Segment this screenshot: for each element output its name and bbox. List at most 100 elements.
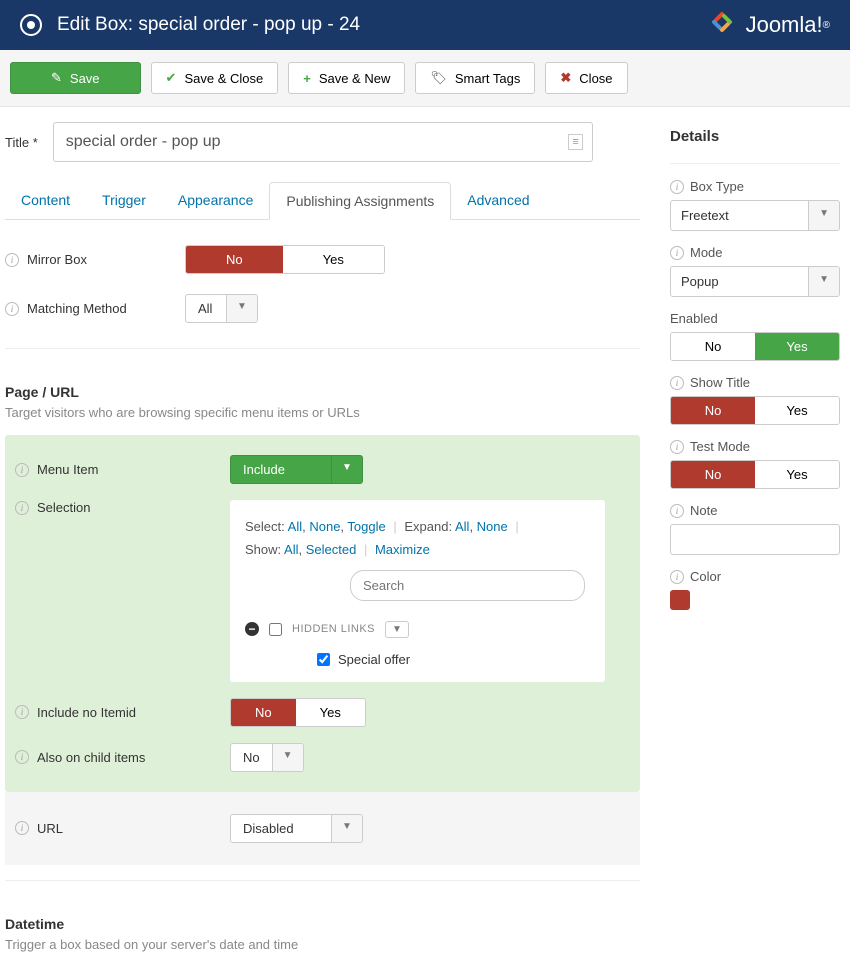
matching-value: All (186, 295, 226, 322)
selection-toolbar: Select: All, None, Toggle | Expand: All,… (245, 515, 590, 562)
test-mode-yes[interactable]: Yes (755, 461, 839, 488)
hidden-links-checkbox[interactable] (269, 623, 282, 636)
special-offer-checkbox[interactable] (317, 653, 330, 666)
expand-none[interactable]: None (477, 519, 508, 534)
menu-item-value: Include (231, 456, 331, 483)
tab-trigger[interactable]: Trigger (86, 182, 162, 219)
matching-method-label: Matching Method (27, 301, 127, 316)
tab-content[interactable]: Content (5, 182, 86, 219)
enabled-no[interactable]: No (671, 333, 755, 360)
hidden-links-row: − HIDDEN LINKS ▼ (245, 613, 590, 646)
tab-appearance[interactable]: Appearance (162, 182, 270, 219)
datetime-heading: Datetime (5, 916, 640, 932)
also-child-label: Also on child items (37, 750, 145, 765)
menu-item-panel: i Menu Item Include ▼ i Selection Select… (5, 435, 640, 792)
save-button[interactable]: ✎ Save (10, 62, 141, 94)
brand-logo: Joomla!® (706, 6, 830, 44)
show-all[interactable]: All (284, 542, 298, 557)
smart-tags-label: Smart Tags (455, 71, 521, 86)
box-type-select[interactable]: Freetext ▼ (670, 200, 840, 231)
title-input[interactable] (53, 122, 593, 162)
chevron-down-icon: ▼ (226, 295, 257, 322)
box-type-label: Box Type (690, 179, 744, 194)
info-icon[interactable]: i (670, 180, 684, 194)
save-new-button[interactable]: + Save & New (288, 62, 405, 94)
hidden-links-label: HIDDEN LINKS (292, 623, 375, 635)
info-icon[interactable]: i (670, 504, 684, 518)
show-selected[interactable]: Selected (306, 542, 357, 557)
target-icon (20, 14, 42, 36)
brand-text: Joomla! (746, 12, 823, 38)
mode-value: Popup (671, 267, 808, 296)
include-no-itemid-yes[interactable]: Yes (296, 699, 365, 726)
save-label: Save (70, 71, 100, 86)
selection-search-input[interactable] (350, 570, 585, 601)
info-icon[interactable]: i (670, 440, 684, 454)
close-label: Close (579, 71, 612, 86)
show-title-no[interactable]: No (671, 397, 755, 424)
color-swatch[interactable] (670, 590, 690, 610)
maximize[interactable]: Maximize (375, 542, 430, 557)
toolbar: ✎ Save ✔ Save & Close + Save & New 🏷 Sma… (0, 50, 850, 107)
datetime-section: Datetime Trigger a box based on your ser… (5, 906, 640, 957)
matching-method-row: i Matching Method All ▼ (5, 284, 640, 333)
enabled-yes[interactable]: Yes (755, 333, 839, 360)
select-toggle[interactable]: Toggle (347, 519, 385, 534)
smart-tags-button[interactable]: 🏷 Smart Tags (415, 62, 535, 94)
tab-publishing-assignments[interactable]: Publishing Assignments (269, 182, 451, 220)
url-panel: i URL Disabled ▼ (5, 792, 640, 865)
chevron-down-icon: ▼ (808, 201, 839, 230)
url-value: Disabled (231, 815, 331, 842)
info-icon[interactable]: i (670, 376, 684, 390)
menu-item-label: Menu Item (37, 462, 98, 477)
divider (5, 880, 640, 881)
page-title: Edit Box: special order - pop up - 24 (57, 14, 706, 36)
info-icon[interactable]: i (15, 501, 29, 515)
special-offer-row: Special offer (245, 646, 590, 667)
matching-method-select[interactable]: All ▼ (185, 294, 258, 323)
menu-item-select[interactable]: Include ▼ (230, 455, 363, 484)
show-title-yes[interactable]: Yes (755, 397, 839, 424)
details-heading: Details (670, 128, 840, 145)
mode-select[interactable]: Popup ▼ (670, 266, 840, 297)
expand-label: Expand: (404, 519, 452, 534)
include-no-itemid-toggle: No Yes (230, 698, 366, 727)
box-type-value: Freetext (671, 201, 808, 230)
info-icon[interactable]: i (15, 463, 29, 477)
url-select[interactable]: Disabled ▼ (230, 814, 363, 843)
joomla-icon (706, 6, 738, 44)
tabs: Content Trigger Appearance Publishing As… (5, 182, 640, 220)
show-title-toggle: No Yes (670, 396, 840, 425)
topbar: Edit Box: special order - pop up - 24 Jo… (0, 0, 850, 50)
test-mode-no[interactable]: No (671, 461, 755, 488)
show-title-label: Show Title (690, 375, 750, 390)
info-icon[interactable]: i (15, 705, 29, 719)
select-none[interactable]: None (309, 519, 340, 534)
include-no-itemid-no[interactable]: No (231, 699, 296, 726)
show-label: Show: (245, 542, 281, 557)
hidden-links-dropdown[interactable]: ▼ (385, 621, 409, 638)
save-close-button[interactable]: ✔ Save & Close (151, 62, 279, 94)
mirror-no[interactable]: No (186, 246, 283, 273)
note-input[interactable] (670, 524, 840, 555)
tab-advanced[interactable]: Advanced (451, 182, 545, 219)
info-icon[interactable]: i (15, 821, 29, 835)
save-new-label: Save & New (319, 71, 391, 86)
info-icon[interactable]: i (15, 750, 29, 764)
info-icon[interactable]: i (5, 253, 19, 267)
chevron-down-icon: ▼ (808, 267, 839, 296)
mirror-yes[interactable]: Yes (283, 246, 384, 273)
also-child-select[interactable]: No ▼ (230, 743, 304, 772)
info-icon[interactable]: i (670, 246, 684, 260)
close-button[interactable]: ✖ Close (545, 62, 627, 94)
select-all[interactable]: All (288, 519, 302, 534)
info-icon[interactable]: i (670, 570, 684, 584)
close-icon: ✖ (560, 70, 571, 86)
selection-box: Select: All, None, Toggle | Expand: All,… (230, 500, 605, 682)
info-icon[interactable]: i (5, 302, 19, 316)
expand-all[interactable]: All (455, 519, 469, 534)
selection-label: Selection (37, 500, 90, 515)
collapse-icon[interactable]: − (245, 622, 259, 636)
check-icon: ✔ (166, 70, 177, 86)
plus-icon: + (303, 71, 311, 86)
